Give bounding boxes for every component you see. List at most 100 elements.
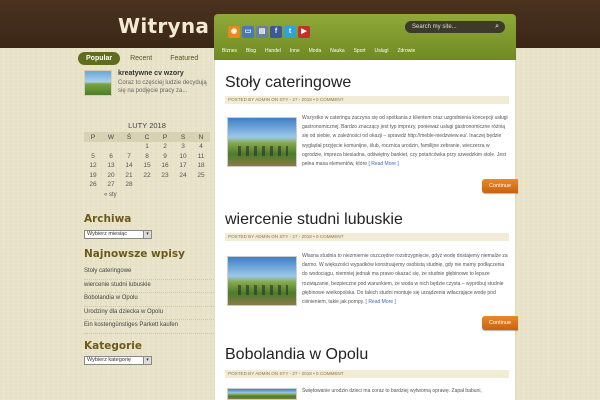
post-meta: POSTED BY ADMIN ON STY - 27 - 2018 • 0 C… [225,96,509,104]
calendar-day: 28 [125,181,133,189]
nav-item-uslugi[interactable]: Usługi [371,48,393,54]
calendar-day: 13 [107,162,115,170]
calendar-day [120,142,138,152]
calendar-day: 24 [179,171,187,179]
recent-posts-title: Najnowsze wpisy [84,248,185,260]
calendar-prev-link[interactable]: « sty [84,192,210,198]
popular-post-excerpt: Coraz to częściej ludzie decydują się na… [118,80,207,94]
facebook-icon[interactable]: f [270,26,282,38]
rss-icon[interactable]: ◉ [228,26,240,38]
calendar-widget: LUTY 2018 P W Ś C P S N 1 2 3 4 5 6 7 8 … [84,121,210,198]
read-more-link[interactable]: [ Read More ] [366,299,396,305]
post-excerpt: Wszystko w cateringu zaczyna się od spot… [302,114,508,169]
calendar-table: P W Ś C P S N 1 2 3 4 5 6 7 8 9 10 11 12… [84,132,210,190]
calendar-day: 3 [181,143,185,151]
calendar-day: 12 [89,162,97,170]
main-nav: Biznes Blog Handel Inne Moda Nauka Sport… [214,43,516,59]
categories-select-value: Wybierz kategorię [87,357,131,363]
calendar-day: 1 [145,143,149,151]
calendar-day: 25 [197,171,205,179]
calendar-day-header: S [174,132,192,142]
calendar-day [174,180,192,190]
post-thumbnail[interactable] [227,388,297,400]
recent-post-link[interactable]: wiercenie studni lubuskie [84,280,214,293]
thumbnail-image [238,285,288,295]
post-title[interactable]: Bobolandia w Opolu [225,346,368,364]
post-title[interactable]: wiercenie studni lubuskie [225,211,403,229]
calendar-day: 18 [197,162,205,170]
calendar-day: 23 [161,171,169,179]
continue-button[interactable]: Continue [482,316,518,330]
post-thumbnail[interactable] [227,117,297,167]
archive-title: Archiwa [84,213,132,225]
calendar-day-header: P [84,132,102,142]
calendar-day [102,142,120,152]
nav-item-sport[interactable]: Sport [350,48,370,54]
calendar-day-header: C [138,132,156,142]
calendar-day: 17 [179,162,187,170]
social-icons: ◉ ▭ ▤ f t ▶ [228,26,310,38]
post-excerpt-text: Własna studnia to niezmiernie oszczędne … [302,253,508,306]
sidebar-tabs: Popular Recent Featured [78,48,212,68]
calendar-day: 6 [109,152,113,160]
tab-featured[interactable]: Featured [162,52,206,65]
monitor-icon[interactable]: ▭ [242,26,254,38]
nav-item-handel[interactable]: Handel [261,48,285,54]
calendar-day-header: Ś [120,132,138,142]
calendar-day [138,180,156,190]
calendar-day-header: P [156,132,174,142]
twitter-icon[interactable]: t [284,26,296,38]
calendar-day: 20 [107,171,115,179]
post-thumbnail[interactable] [227,256,297,306]
calendar-day: 22 [143,171,151,179]
calendar-day: 2 [163,143,167,151]
tab-popular[interactable]: Popular [78,51,121,65]
nav-item-moda[interactable]: Moda [305,48,326,54]
calendar-day: 15 [143,162,151,170]
calendar-day: 4 [199,143,203,151]
calendar-day [192,180,210,190]
calendar-day-header: W [102,132,120,142]
post-excerpt-text: Świętowanie urodzin dzieci ma coraz to b… [302,388,482,394]
print-icon[interactable]: ▤ [256,26,268,38]
archive-select[interactable]: Wybierz miesiąc ▾ [84,230,152,239]
youtube-icon[interactable]: ▶ [298,26,310,38]
calendar-day: 9 [163,152,167,160]
calendar-day: 10 [179,152,187,160]
calendar-day: 26 [89,181,97,189]
search-input[interactable]: Search my site... ⌕ [405,21,505,33]
calendar-day: 14 [125,162,133,170]
nav-item-zdrowie[interactable]: Zdrowie [393,48,419,54]
recent-post-link[interactable]: Bobolandia w Opolu [84,293,214,307]
tab-recent[interactable]: Recent [122,52,160,65]
thumbnail-image [238,146,288,156]
recent-post-link[interactable]: Stoły cateringowe [84,266,214,280]
nav-item-nauka[interactable]: Nauka [326,48,348,54]
categories-title: Kategorie [84,340,142,352]
categories-select[interactable]: Wybierz kategorię ▾ [84,356,152,365]
post-title[interactable]: Stoły cateringowe [225,74,351,92]
post-meta: POSTED BY ADMIN ON STY - 27 - 2018 • 0 C… [225,233,509,241]
search-icon[interactable]: ⌕ [495,21,499,33]
calendar-day [156,180,174,190]
post-excerpt: Świętowanie urodzin dzieci ma coraz to b… [302,387,508,396]
nav-item-biznes[interactable]: Biznes [218,48,241,54]
calendar-day: 19 [89,171,97,179]
continue-button[interactable]: Continue [482,179,518,193]
search-placeholder: Search my site... [412,24,457,30]
calendar-day: 27 [107,181,115,189]
calendar-day: 5 [91,152,95,160]
site-title[interactable]: Witryna [118,14,209,38]
read-more-link[interactable]: [ Read More ] [368,161,398,167]
calendar-day: 7 [127,152,131,160]
nav-item-inne[interactable]: Inne [286,48,304,54]
calendar-caption: LUTY 2018 [128,121,166,130]
popular-post-title[interactable]: kreatywne cv wzory [118,70,184,77]
calendar-day: 16 [161,162,169,170]
nav-item-blog[interactable]: Blog [242,48,260,54]
popular-post-thumbnail[interactable] [84,70,112,96]
chevron-down-icon: ▾ [143,357,151,364]
recent-post-link[interactable]: Ein kostengünstiges Parkett kaufen [84,320,214,334]
recent-post-link[interactable]: Urodziny dla dziecka w Opolu [84,307,214,320]
post-excerpt-text: Wszystko w cateringu zaczyna się od spot… [302,115,508,168]
